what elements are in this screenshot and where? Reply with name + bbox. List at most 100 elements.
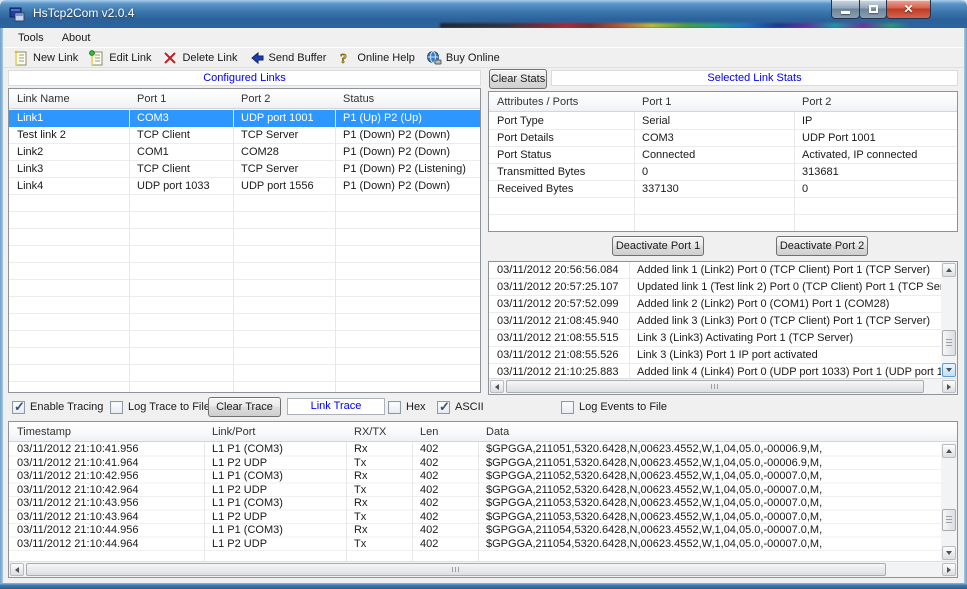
cell: 03/11/2012 21:10:42.964	[9, 484, 204, 498]
cell: 402	[412, 538, 478, 552]
ascii-checkbox[interactable]	[437, 401, 450, 414]
column-header[interactable]: Port 2	[233, 89, 335, 108]
log-trace-to-file-option[interactable]: Log Trace to File	[110, 400, 210, 414]
stats-row[interactable]: Received Bytes3371300	[489, 181, 957, 198]
scroll-left-button[interactable]	[10, 563, 24, 576]
column-header[interactable]: Data	[478, 422, 957, 441]
event-row[interactable]: 03/11/2012 21:08:45.940Added link 3 (Lin…	[489, 313, 941, 330]
column-header[interactable]: Len	[412, 422, 478, 441]
link-row[interactable]: Link1COM3UDP port 1001P1 (Up) P2 (Up)	[9, 110, 480, 127]
log-trace-checkbox[interactable]	[110, 401, 123, 414]
link-row[interactable]: Link4UDP port 1033UDP port 1556P1 (Down)…	[9, 178, 480, 195]
event-row[interactable]: 03/11/2012 20:57:52.099Added link 2 (Lin…	[489, 296, 941, 313]
trace-row[interactable]: 03/11/2012 21:10:41.956L1 P1 (COM3)Rx402…	[9, 443, 941, 457]
scroll-left-button[interactable]	[490, 380, 504, 393]
column-header[interactable]: Port 1	[129, 89, 233, 108]
cell: L1 P2 UDP	[204, 484, 346, 498]
cell: Test link 2	[9, 127, 129, 144]
link-row[interactable]: Link2COM1COM28P1 (Down) P2 (Down)	[9, 144, 480, 161]
log-events-checkbox[interactable]	[561, 401, 574, 414]
column-divider	[335, 89, 336, 392]
scroll-right-button[interactable]	[942, 563, 956, 576]
hscroll-thumb[interactable]	[506, 380, 924, 393]
cell: L1 P2 UDP	[204, 511, 346, 525]
trace-hscrollbar[interactable]	[9, 561, 957, 577]
stats-row[interactable]: Port StatusConnectedActivated, IP connec…	[489, 147, 957, 164]
column-header[interactable]: Attributes / Ports	[489, 92, 634, 111]
deactivate-port2-button[interactable]: Deactivate Port 2	[776, 236, 868, 256]
vscroll-thumb[interactable]	[942, 330, 956, 356]
hex-option[interactable]: Hex	[388, 400, 426, 414]
vscroll-thumb[interactable]	[942, 509, 956, 531]
column-header[interactable]: RX/TX	[346, 422, 412, 441]
stats-row[interactable]: Port TypeSerialIP	[489, 113, 957, 130]
clear-stats-button[interactable]: Clear Stats	[489, 69, 547, 89]
trace-row[interactable]: 03/11/2012 21:10:43.956L1 P1 (COM3)Rx402…	[9, 497, 941, 511]
column-header[interactable]: Timestamp	[9, 422, 204, 441]
send-buffer-button[interactable]: Send Buffer	[245, 49, 334, 67]
column-divider	[129, 89, 130, 392]
online-help-button[interactable]: ? Online Help	[333, 49, 421, 67]
title-bar[interactable]: HsTcp2Com v2.0.4 ✕	[0, 0, 967, 28]
scroll-right-button[interactable]	[942, 380, 956, 393]
thumb-grip	[452, 567, 459, 572]
event-log-hscrollbar[interactable]	[489, 378, 957, 394]
cell: TCP Client	[129, 127, 233, 144]
cell: 402	[412, 457, 478, 471]
ascii-option[interactable]: ASCII	[437, 400, 484, 414]
delete-link-button[interactable]: Delete Link	[158, 49, 244, 67]
buy-online-icon	[426, 50, 442, 66]
edit-link-button[interactable]: Edit Link	[85, 49, 158, 67]
trace-row[interactable]: 03/11/2012 21:10:42.964L1 P2 UDPTx402$GP…	[9, 484, 941, 498]
maximize-button[interactable]	[859, 0, 887, 19]
link-row[interactable]: Test link 2TCP ClientTCP ServerP1 (Down)…	[9, 127, 480, 144]
cell: Link 3 (Link3) Activating Port 1 (TCP Se…	[629, 330, 941, 347]
column-header[interactable]: Link Name	[9, 89, 129, 108]
cell: P1 (Down) P2 (Down)	[335, 178, 480, 195]
menu-tools[interactable]: Tools	[9, 30, 53, 46]
close-icon: ✕	[903, 2, 913, 16]
trace-row[interactable]: 03/11/2012 21:10:44.964L1 P2 UDPTx402$GP…	[9, 538, 941, 552]
trace-row[interactable]: 03/11/2012 21:10:43.964L1 P2 UDPTx402$GP…	[9, 511, 941, 525]
new-link-button[interactable]: New Link	[9, 49, 85, 67]
column-header[interactable]: Status	[335, 89, 480, 108]
event-row[interactable]: 03/11/2012 21:08:55.526Link 3 (Link3) Po…	[489, 347, 941, 364]
clear-trace-button[interactable]: Clear Trace	[208, 397, 281, 417]
hex-checkbox[interactable]	[388, 401, 401, 414]
scroll-up-button[interactable]	[942, 444, 956, 458]
link-row[interactable]: Link3TCP ClientTCP ServerP1 (Down) P2 (L…	[9, 161, 480, 178]
trace-vscrollbar[interactable]	[941, 443, 957, 561]
event-row[interactable]: 03/11/2012 20:56:56.084Added link 1 (Lin…	[489, 262, 941, 279]
menu-about[interactable]: About	[53, 30, 100, 46]
column-header[interactable]: Port 2	[794, 92, 957, 111]
new-link-icon	[13, 50, 29, 66]
delete-link-label: Delete Link	[182, 52, 237, 64]
cell: 03/11/2012 20:56:56.084	[489, 262, 629, 279]
trace-row[interactable]: 03/11/2012 21:10:44.956L1 P1 (COM3)Rx402…	[9, 524, 941, 538]
scroll-down-button[interactable]	[942, 363, 956, 377]
hscroll-thumb[interactable]	[26, 563, 886, 576]
trace-row[interactable]: 03/11/2012 21:10:41.964L1 P2 UDPTx402$GP…	[9, 457, 941, 471]
event-row[interactable]: 03/11/2012 21:08:55.515Link 3 (Link3) Ac…	[489, 330, 941, 347]
scroll-down-button[interactable]	[942, 546, 956, 560]
deactivate-port1-button[interactable]: Deactivate Port 1	[612, 236, 704, 256]
event-row[interactable]: 03/11/2012 20:57:25.107Updated link 1 (T…	[489, 279, 941, 296]
buy-online-button[interactable]: Buy Online	[422, 49, 507, 67]
column-header[interactable]: Port 1	[634, 92, 794, 111]
event-log-vscrollbar[interactable]	[941, 262, 957, 378]
arrow-down-icon	[946, 551, 952, 555]
close-button[interactable]: ✕	[886, 0, 931, 19]
column-header[interactable]: Link/Port	[204, 422, 346, 441]
log-events-to-file-option[interactable]: Log Events to File	[561, 400, 667, 414]
enable-tracing-checkbox[interactable]	[12, 401, 25, 414]
scroll-up-button[interactable]	[942, 263, 956, 277]
minimize-button[interactable]	[831, 0, 860, 19]
stats-row[interactable]: Transmitted Bytes0313681	[489, 164, 957, 181]
stats-row[interactable]: Port DetailsCOM3UDP Port 1001	[489, 130, 957, 147]
column-divider	[634, 92, 635, 231]
enable-tracing-option[interactable]: Enable Tracing	[12, 400, 103, 414]
trace-row[interactable]: 03/11/2012 21:10:42.956L1 P1 (COM3)Rx402…	[9, 470, 941, 484]
cell: Added link 3 (Link3) Port 0 (TCP Client)…	[629, 313, 941, 330]
cell: 402	[412, 484, 478, 498]
buy-online-label: Buy Online	[446, 52, 500, 64]
